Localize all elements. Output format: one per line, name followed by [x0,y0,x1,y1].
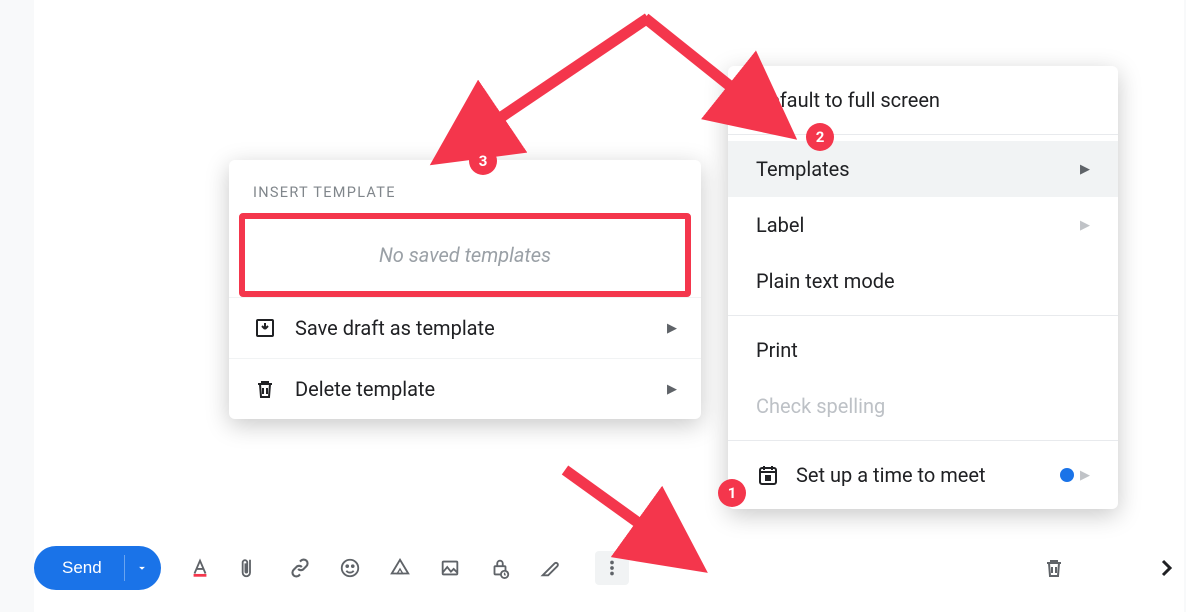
menu-item-label: Set up a time to meet [796,463,986,487]
submenu-arrow-icon: ▶ [667,382,677,397]
menu-divider [728,440,1118,441]
menu-item-label[interactable]: Label ▶ [728,197,1118,253]
menu-item-plain-text[interactable]: Plain text mode [728,253,1118,309]
send-more-button[interactable] [124,555,161,581]
image-icon[interactable] [437,555,463,581]
menu-item-label: Delete template [295,377,435,401]
signature-icon[interactable] [537,555,563,581]
menu-item-label: Print [756,338,798,362]
send-button[interactable]: Send [34,546,124,590]
submenu-header: INSERT TEMPLATE [229,170,701,209]
attach-icon[interactable] [237,555,263,581]
more-options-menu: Default to full screen Templates ▶ Label… [728,66,1118,509]
send-button-group: Send [34,546,161,590]
link-icon[interactable] [287,555,313,581]
expand-toolbar-button[interactable] [1154,556,1178,584]
menu-item-templates[interactable]: Templates ▶ [728,141,1118,197]
submenu-arrow-icon: ▶ [1080,162,1090,177]
discard-draft-button[interactable] [1042,556,1066,584]
annotation-badge-1: 1 [718,479,746,507]
menu-item-save-draft-template[interactable]: Save draft as template ▶ [229,297,701,358]
download-box-icon [253,316,277,340]
no-saved-templates-text: No saved templates [245,219,685,291]
menu-item-label: Plain text mode [756,269,895,293]
caret-down-icon [135,561,149,575]
submenu-arrow-icon: ▶ [1080,218,1090,233]
trash-icon [1042,556,1066,580]
menu-item-label: Templates [756,157,850,181]
drive-icon[interactable] [387,555,413,581]
annotation-badge-3: 3 [469,147,497,175]
menu-item-label: Save draft as template [295,316,495,340]
menu-item-check-spelling: Check spelling [728,378,1118,434]
confidential-icon[interactable] [487,555,513,581]
compose-toolbar: Send [34,546,629,590]
menu-item-print[interactable]: Print [728,322,1118,378]
annotation-highlight-box: No saved templates [239,213,691,297]
menu-item-setup-meet[interactable]: Set up a time to meet ▶ [728,447,1118,503]
chevron-right-icon [1154,556,1178,580]
calendar-icon [756,463,780,487]
emoji-icon[interactable] [337,555,363,581]
menu-item-label: Default to full screen [756,88,940,112]
trash-icon [253,377,277,401]
toolbar-icons [187,551,629,585]
menu-item-default-fullscreen[interactable]: Default to full screen [728,72,1118,128]
more-vertical-icon [601,557,623,579]
new-feature-dot-icon [621,549,631,559]
submenu-arrow-icon: ▶ [1080,468,1090,483]
menu-divider [728,315,1118,316]
submenu-arrow-icon: ▶ [667,321,677,336]
more-options-button[interactable] [595,551,629,585]
templates-submenu: INSERT TEMPLATE No saved templates Save … [229,160,701,419]
annotation-badge-2: 2 [806,123,834,151]
menu-divider [728,134,1118,135]
format-icon[interactable] [187,555,213,581]
menu-item-delete-template[interactable]: Delete template ▶ [229,358,701,419]
menu-item-label: Check spelling [756,394,885,418]
menu-item-label: Label [756,213,804,237]
new-feature-dot-icon [1060,468,1074,482]
